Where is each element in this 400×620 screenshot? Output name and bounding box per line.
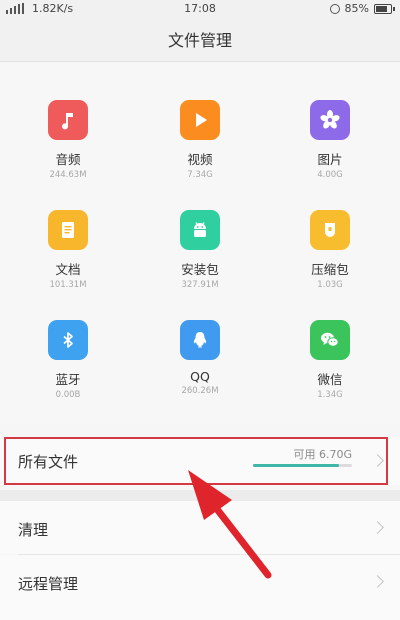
- menu-item-label: 远程管理: [18, 575, 79, 593]
- category-name: 压缩包: [311, 262, 349, 277]
- category-size: 244.63M: [49, 170, 87, 180]
- bluetooth-icon: [63, 332, 73, 348]
- available-storage: 可用 6.70G: [293, 448, 352, 461]
- battery-percent: 85%: [344, 2, 369, 15]
- status-right: 85%: [329, 2, 395, 15]
- section-gap: [0, 490, 400, 501]
- chevron-right-icon: [371, 521, 384, 534]
- storage-progress-fill: [253, 464, 340, 467]
- all-files-row[interactable]: 所有文件 可用 6.70G: [0, 437, 400, 485]
- menu-item-partial: [0, 608, 400, 620]
- category-name: 安装包: [181, 262, 219, 277]
- category-tile: [180, 100, 220, 140]
- category-tile: [48, 320, 88, 360]
- category-name: 文档: [55, 262, 81, 277]
- category-tile: [310, 100, 350, 140]
- zip-icon: [325, 223, 335, 237]
- category-grid: 音频 244.63M 视频 7.34G 图片 4.00G 文档 101.31M …: [0, 63, 400, 423]
- category-video[interactable]: 视频 7.34G: [140, 100, 260, 180]
- chevron-right-icon: [371, 454, 384, 467]
- document-icon: [62, 222, 74, 238]
- category-name: 微信: [317, 372, 343, 387]
- category-name: 视频: [187, 152, 213, 167]
- category-size: 0.00B: [55, 390, 81, 400]
- battery-icon: [374, 3, 395, 14]
- category-size: 1.34G: [317, 390, 343, 400]
- page-title: 文件管理: [167, 31, 232, 50]
- category-size: 1.03G: [317, 280, 343, 290]
- alarm-icon: [329, 3, 340, 14]
- android-icon: [194, 222, 206, 237]
- menu-item-clean[interactable]: 清理: [0, 501, 400, 554]
- status-bar: 1.82K/s 17:08 85%: [0, 0, 400, 22]
- category-size: 101.31M: [49, 280, 87, 290]
- storage-progress-bar: [253, 464, 352, 467]
- chevron-right-icon: [371, 575, 384, 588]
- all-files-label: 所有文件: [18, 453, 79, 471]
- category-tile: [48, 100, 88, 140]
- category-size: 4.00G: [317, 170, 343, 180]
- category-images[interactable]: 图片 4.00G: [270, 100, 390, 180]
- category-size: 7.34G: [187, 170, 213, 180]
- flower-icon: [320, 110, 340, 129]
- category-documents[interactable]: 文档 101.31M: [8, 210, 128, 290]
- category-size: 260.26M: [181, 386, 219, 396]
- menu-item-remote-management[interactable]: 远程管理: [0, 555, 400, 608]
- title-bar: 文件管理: [0, 22, 400, 62]
- category-tile: [48, 210, 88, 250]
- category-size: 327.91M: [181, 280, 219, 290]
- category-tile: [310, 210, 350, 250]
- category-tile: [180, 210, 220, 250]
- category-wechat[interactable]: 微信 1.34G: [270, 320, 390, 400]
- category-audio[interactable]: 音频 244.63M: [8, 100, 128, 180]
- wechat-icon: [321, 332, 339, 347]
- category-archives[interactable]: 压缩包 1.03G: [270, 210, 390, 290]
- category-apk[interactable]: 安装包 327.91M: [140, 210, 260, 290]
- category-bluetooth[interactable]: 蓝牙 0.00B: [8, 320, 128, 400]
- category-tile: [180, 320, 220, 360]
- play-icon: [196, 113, 207, 127]
- qq-penguin-icon: [193, 332, 207, 348]
- category-name: 蓝牙: [55, 372, 81, 387]
- music-note-icon: [62, 113, 73, 130]
- menu-item-label: 清理: [18, 521, 49, 539]
- category-name: QQ: [190, 369, 210, 384]
- category-name: 图片: [317, 152, 343, 167]
- category-qq[interactable]: QQ 260.26M: [140, 320, 260, 396]
- category-tile: [310, 320, 350, 360]
- category-name: 音频: [55, 152, 81, 167]
